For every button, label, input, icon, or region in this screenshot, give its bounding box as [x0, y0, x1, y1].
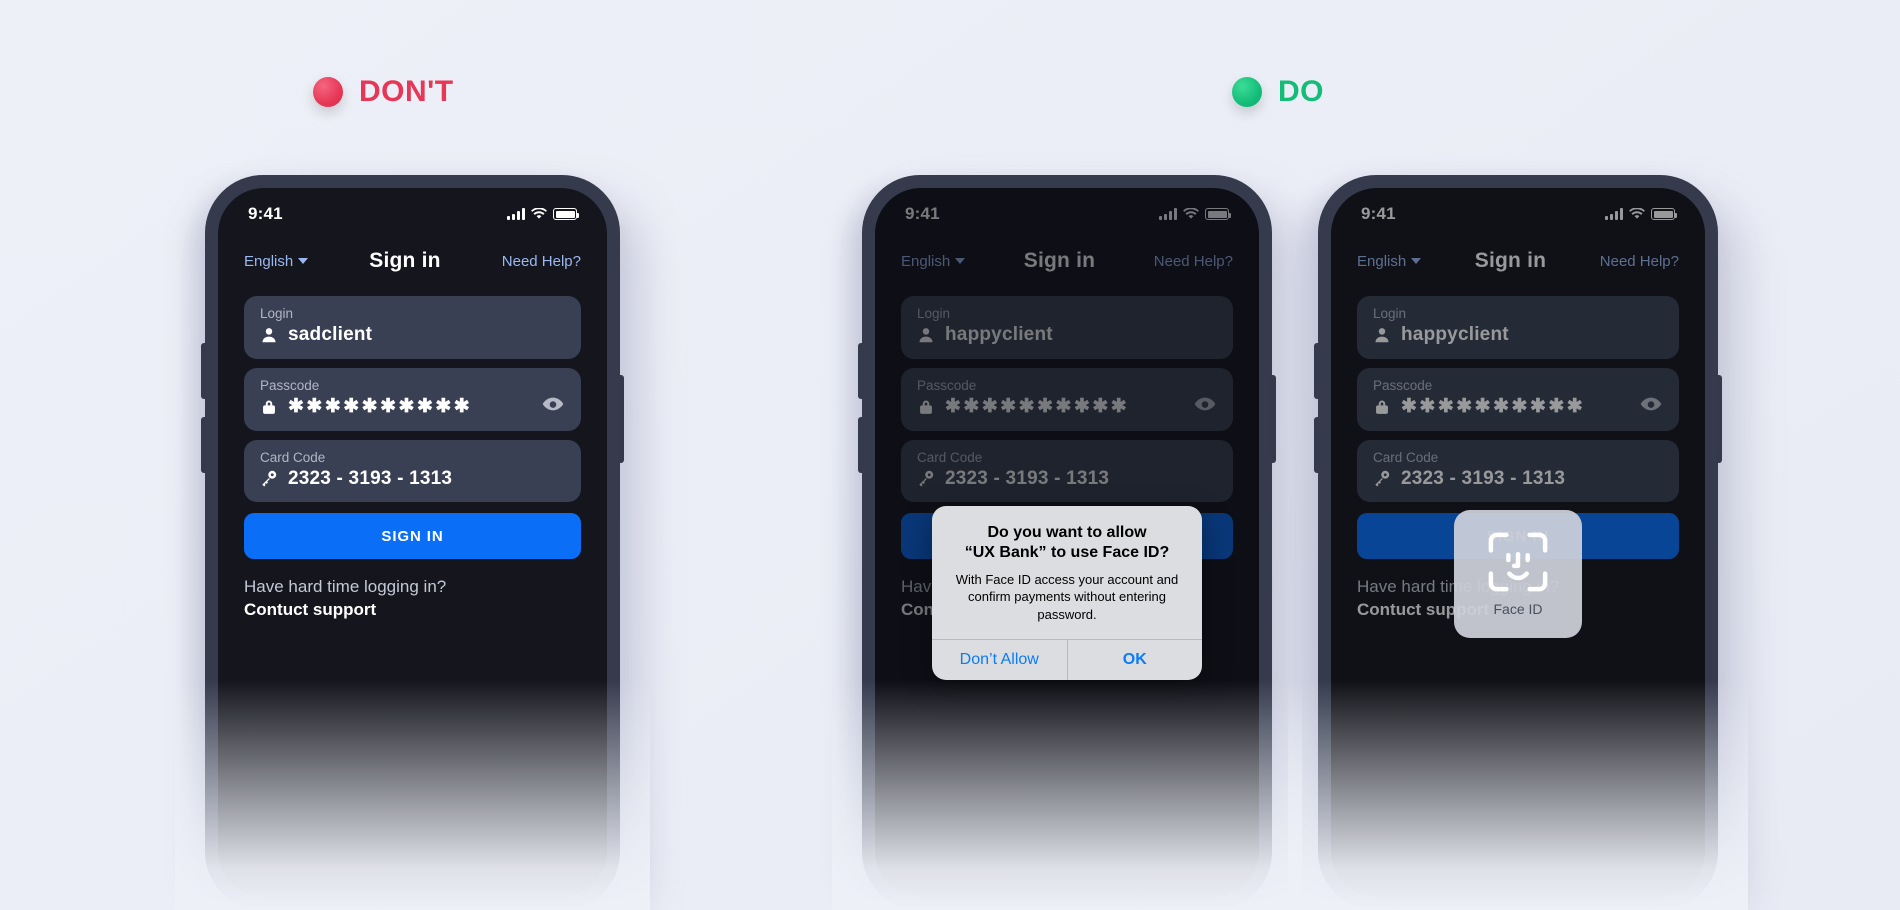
phone-screen-dont: 9:41 English Sign in Need Help? Login sa…: [218, 188, 607, 897]
need-help-link[interactable]: Need Help?: [502, 253, 581, 270]
face-id-icon: [1488, 532, 1548, 592]
phone-mockup-do-faceid: 9:41 English Sign in Need Help? Login ha…: [1288, 175, 1748, 910]
dialog-body: Do you want to allow “UX Bank” to use Fa…: [932, 506, 1202, 639]
card-code-field[interactable]: Card Code 2323 - 3193 - 1313: [244, 439, 581, 503]
power-button[interactable]: [619, 375, 624, 463]
login-input[interactable]: sadclient: [288, 323, 372, 347]
phone-screen-do-faceid: 9:41 English Sign in Need Help? Login ha…: [1331, 188, 1705, 897]
red-dot-icon: [313, 77, 343, 107]
face-id-toast: Face ID: [1454, 510, 1582, 638]
person-icon: [262, 328, 276, 343]
contact-support-link[interactable]: Contuct support: [244, 600, 581, 620]
language-label: English: [244, 252, 294, 270]
ok-button[interactable]: OK: [1066, 639, 1203, 680]
passcode-field[interactable]: Passcode ✱✱✱✱✱✱✱✱✱✱: [244, 367, 581, 431]
login-field[interactable]: Login sadclient: [244, 296, 581, 359]
passcode-input[interactable]: ✱✱✱✱✱✱✱✱✱✱: [288, 395, 472, 419]
annotation-do-label: DO: [1278, 75, 1324, 108]
dialog-title-line-1: Do you want to allow: [987, 524, 1147, 541]
status-time: 9:41: [248, 204, 283, 223]
chevron-down-icon: [298, 258, 309, 264]
power-button[interactable]: [1717, 375, 1722, 463]
dialog-title: Do you want to allow “UX Bank” to use Fa…: [948, 523, 1186, 564]
wifi-icon: [531, 208, 547, 219]
card-code-input[interactable]: 2323 - 3193 - 1313: [288, 467, 452, 491]
dialog-actions: Don’t Allow OK: [932, 638, 1203, 680]
nav-bar: English Sign in Need Help?: [218, 234, 607, 288]
key-icon: [262, 471, 277, 487]
login-field-label: Login: [260, 306, 294, 321]
phone-screen-do-alert: 9:41 English Sign in Need Help? Login: [875, 188, 1259, 897]
card-code-field-label: Card Code: [260, 449, 326, 465]
language-selector[interactable]: English: [244, 252, 309, 270]
support-question: Have hard time logging in?: [244, 577, 447, 597]
annotation-dont-label: DON'T: [359, 75, 454, 108]
eye-icon[interactable]: [542, 397, 564, 411]
page-title: Sign in: [369, 249, 441, 272]
face-id-permission-dialog: Do you want to allow “UX Bank” to use Fa…: [932, 506, 1202, 680]
battery-icon: [553, 208, 579, 220]
dialog-message: With Face ID access your account and con…: [955, 571, 1179, 622]
face-id-label: Face ID: [1493, 601, 1543, 617]
annotation-do: DO: [1232, 75, 1324, 109]
dont-allow-button[interactable]: Don’t Allow: [932, 640, 1067, 680]
status-icons: [507, 208, 579, 220]
phone-mockup-do-alert: 9:41 English Sign in Need Help? Login: [832, 175, 1302, 910]
passcode-field-value-row: ✱✱✱✱✱✱✱✱✱✱: [260, 395, 565, 419]
sign-in-form: Login sadclient Passcode ✱✱✱✱✱✱✱✱✱✱ Card…: [218, 288, 607, 560]
dialog-title-line-2: “UX Bank” to use Face ID?: [964, 544, 1170, 562]
signal-bars-icon: [507, 208, 525, 220]
green-dot-icon: [1232, 77, 1262, 107]
card-code-field-value-row: 2323 - 3193 - 1313: [260, 467, 565, 491]
sign-in-button[interactable]: SIGN IN: [244, 513, 581, 560]
passcode-field-label: Passcode: [260, 377, 320, 393]
lock-icon: [263, 400, 275, 414]
login-field-value-row: sadclient: [260, 323, 565, 347]
phone-mockup-dont: 9:41 English Sign in Need Help? Login sa…: [175, 175, 650, 910]
support-block: Have hard time logging in? Contuct suppo…: [218, 559, 607, 620]
annotation-dont: DON'T: [313, 75, 454, 109]
power-button[interactable]: [1271, 375, 1276, 463]
status-bar: 9:41: [218, 188, 607, 234]
